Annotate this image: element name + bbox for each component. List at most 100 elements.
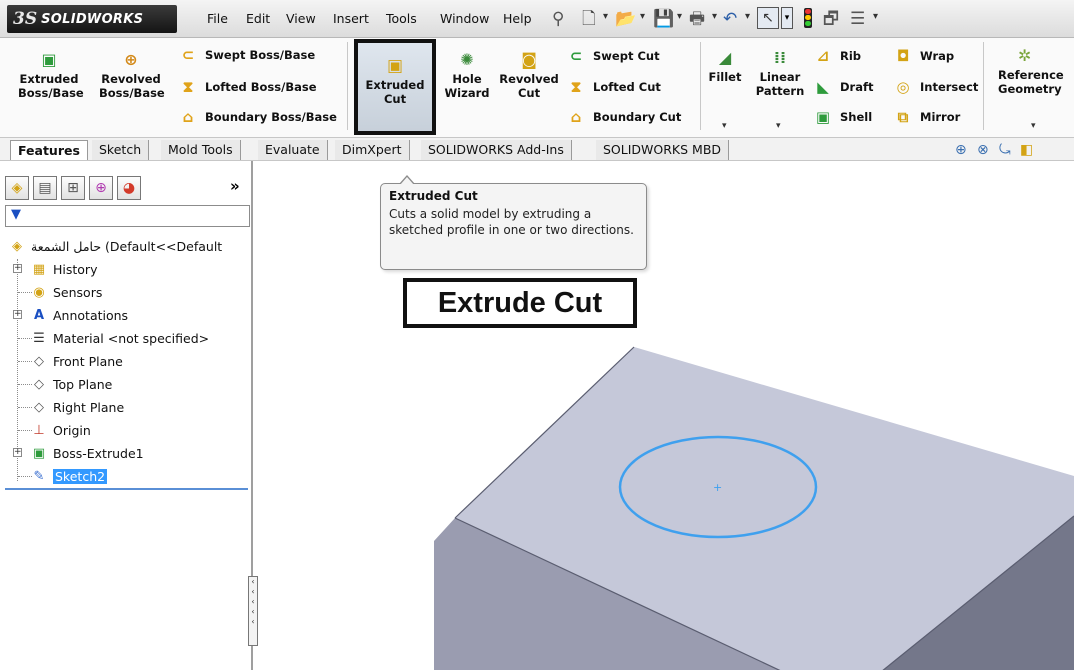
tree-item-history[interactable]: ▦ History [30, 258, 98, 280]
undo-dropdown-icon[interactable]: ▾ [745, 11, 750, 22]
swept-boss-base-button[interactable]: ⊂ Swept Boss/Base [178, 46, 315, 64]
options-dropdown-icon[interactable]: ▾ [873, 11, 878, 22]
plane-icon: ◇ [34, 376, 44, 392]
reference-geometry-button[interactable]: ✲ Reference Geometry [998, 46, 1072, 97]
display-manager-tab-icon[interactable]: ◕ [117, 176, 141, 200]
wrap-icon: ◘ [896, 47, 910, 65]
menu-help[interactable]: Help [503, 11, 532, 26]
boss-extrude-expand-icon[interactable]: + [13, 448, 22, 457]
history-icon: ▦ [32, 261, 46, 277]
wrap-button[interactable]: ◘ Wrap [893, 47, 954, 65]
menu-window[interactable]: Window [440, 11, 489, 26]
ds-logo-icon: 3S [13, 9, 38, 29]
hole-wizard-icon: ✺ [460, 50, 474, 69]
circle-center-point[interactable]: + [713, 481, 722, 494]
open-folder-icon[interactable]: 📂 [615, 9, 636, 29]
tree-root-part[interactable]: ◈ حامل الشمعة (Default<<Default [8, 235, 222, 257]
section-view-icon[interactable]: ◧ [1020, 142, 1033, 158]
expand-tabs-icon[interactable]: » [230, 177, 240, 195]
rebuild-traffic-light-icon[interactable] [804, 8, 812, 28]
revolved-cut-button[interactable]: ◙ Revolved Cut [496, 52, 562, 101]
solidworks-logo[interactable]: 3S SOLIDWORKS [7, 5, 177, 33]
tree-item-right-plane[interactable]: ◇ Right Plane [30, 396, 124, 418]
hole-wizard-button[interactable]: ✺ Hole Wizard [443, 50, 491, 101]
save-dropdown-icon[interactable]: ▾ [677, 11, 682, 22]
previous-view-icon[interactable]: ⤿ [999, 142, 1011, 158]
tooltip-description: Cuts a solid model by extruding a sketch… [389, 207, 634, 237]
revolved-boss-icon: ⊕ [124, 50, 138, 69]
brand-name: SOLIDWORKS [41, 11, 144, 27]
fillet-dropdown-icon[interactable]: ▾ [722, 121, 727, 131]
lofted-cut-button[interactable]: ⧗ Lofted Cut [566, 78, 661, 96]
history-expand-icon[interactable]: + [13, 264, 22, 273]
revolved-boss-base-button[interactable]: ⊕ Revolved Boss/Base [99, 50, 165, 101]
property-manager-tab-icon[interactable]: ▤ [33, 176, 57, 200]
tree-item-boss-extrude1[interactable]: ▣ Boss-Extrude1 [30, 442, 144, 464]
annotations-expand-icon[interactable]: + [13, 310, 22, 319]
material-icon: ☰ [33, 330, 45, 346]
tab-solidworks-mbd[interactable]: SOLIDWORKS MBD [596, 140, 730, 160]
lofted-boss-base-button[interactable]: ⧗ Lofted Boss/Base [178, 78, 317, 96]
extruded-boss-icon: ▣ [41, 50, 57, 69]
swept-cut-button[interactable]: ⊂ Swept Cut [566, 47, 660, 65]
panel-tabs: ◈ ▤ ⊞ ⊕ ◕ [5, 174, 250, 202]
boss-extrude-icon: ▣ [32, 445, 46, 461]
shell-button[interactable]: ▣ Shell [813, 108, 872, 126]
select-dropdown-icon[interactable]: ▾ [781, 7, 793, 29]
feature-filter[interactable]: ▼ [5, 205, 250, 227]
menu-file[interactable]: File [207, 11, 228, 26]
configuration-manager-tab-icon[interactable]: ⊞ [61, 176, 85, 200]
print-dropdown-icon[interactable]: ▾ [712, 11, 717, 22]
annotations-icon: A [33, 307, 45, 323]
graphics-viewport[interactable]: + [255, 161, 1074, 670]
rib-button[interactable]: ⊿ Rib [813, 47, 861, 65]
tab-dimxpert[interactable]: DimXpert [335, 140, 410, 160]
origin-icon: ⊥ [33, 422, 45, 438]
extruded-cut-button[interactable]: ▣ Extruded Cut [358, 58, 432, 107]
tab-features[interactable]: Features [10, 140, 88, 160]
open-dropdown-icon[interactable]: ▾ [640, 11, 645, 22]
tree-item-sensors[interactable]: ◉ Sensors [30, 281, 102, 303]
tree-item-sketch2[interactable]: ✎ Sketch2 [30, 465, 108, 487]
tree-item-origin[interactable]: ⊥ Origin [30, 419, 90, 441]
boundary-boss-base-button[interactable]: ⌂ Boundary Boss/Base [178, 108, 337, 126]
new-document-icon[interactable]: 🗋 [582, 9, 596, 29]
feature-manager-tab-icon[interactable]: ◈ [5, 176, 29, 200]
menu-insert[interactable]: Insert [333, 11, 369, 26]
file-properties-icon[interactable]: 🗗 [823, 9, 839, 29]
zoom-to-area-icon[interactable]: ⊗ [977, 142, 989, 158]
zoom-to-fit-icon[interactable]: ⊕ [955, 142, 967, 158]
mirror-icon: ⧉ [897, 108, 909, 126]
intersect-button[interactable]: ◎ Intersect [893, 78, 978, 96]
tab-mold-tools[interactable]: Mold Tools [161, 140, 241, 160]
pin-icon[interactable]: ⚲ [552, 9, 564, 29]
options-icon[interactable]: ☰ [850, 9, 865, 29]
mirror-button[interactable]: ⧉ Mirror [893, 108, 961, 126]
linear-pattern-button[interactable]: ⁞⁞ Linear Pattern [752, 50, 808, 99]
new-dropdown-icon[interactable]: ▾ [603, 11, 608, 22]
plane-icon: ◇ [34, 353, 44, 369]
save-icon[interactable]: 💾 [653, 9, 674, 29]
tab-sketch[interactable]: Sketch [92, 140, 150, 160]
tab-solidworks-addins[interactable]: SOLIDWORKS Add-Ins [421, 140, 572, 160]
tree-item-front-plane[interactable]: ◇ Front Plane [30, 350, 123, 372]
tree-item-annotations[interactable]: A Annotations [30, 304, 128, 326]
menu-tools[interactable]: Tools [386, 11, 417, 26]
tree-item-material[interactable]: ☰ Material <not specified> [30, 327, 209, 349]
fillet-button[interactable]: ◢ Fillet [705, 50, 745, 85]
extruded-boss-base-button[interactable]: ▣ Extruded Boss/Base [18, 50, 84, 101]
extruded-cut-tooltip: Extruded Cut Cuts a solid model by extru… [380, 175, 647, 270]
boundary-cut-button[interactable]: ⌂ Boundary Cut [566, 108, 682, 126]
dimxpert-manager-tab-icon[interactable]: ⊕ [89, 176, 113, 200]
menu-edit[interactable]: Edit [246, 11, 270, 26]
undo-icon[interactable]: ↶ [723, 9, 737, 29]
tree-item-top-plane[interactable]: ◇ Top Plane [30, 373, 112, 395]
select-cursor-icon[interactable]: ↖ [757, 7, 779, 29]
tab-evaluate[interactable]: Evaluate [258, 140, 328, 160]
menu-view[interactable]: View [286, 11, 316, 26]
reference-geometry-icon: ✲ [1018, 46, 1032, 65]
reference-geometry-dropdown-icon[interactable]: ▾ [1031, 121, 1036, 131]
print-icon[interactable]: 🖶 [689, 9, 705, 29]
draft-button[interactable]: ◣ Draft [813, 78, 873, 96]
linear-pattern-dropdown-icon[interactable]: ▾ [776, 121, 781, 131]
